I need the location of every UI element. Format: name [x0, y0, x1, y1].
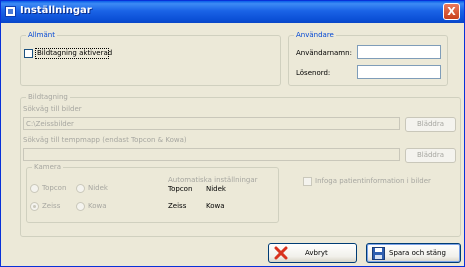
- imaging-enabled-checkbox[interactable]: [24, 49, 33, 58]
- cancel-icon: [274, 246, 288, 260]
- window-title: Inställningar: [20, 5, 92, 16]
- username-label: Användarnamn:: [296, 49, 352, 57]
- imaging-legend: Bildtagning: [26, 93, 70, 102]
- app-icon: [5, 6, 16, 17]
- general-group: Allmänt Bildtagning aktiverad: [20, 31, 281, 86]
- camera-legend: Kamera: [32, 163, 64, 172]
- floppy-disk-icon: [372, 247, 385, 260]
- camera-group: Kamera Topcon Nidek Zeiss Kowa Automatis…: [26, 163, 279, 223]
- browse-images-button[interactable]: Bläddra: [405, 117, 456, 132]
- patient-info-checkbox[interactable]: [303, 177, 312, 186]
- password-input[interactable]: [357, 65, 441, 79]
- patient-info-label[interactable]: Infoga patientinformation i bilder: [315, 177, 431, 186]
- temp-path-label: Sökväg till tempmapp (endast Topcon & Ko…: [23, 136, 187, 144]
- save-close-button[interactable]: Spara och stäng: [366, 243, 461, 263]
- images-path-input[interactable]: C:\Zeissbilder: [23, 117, 400, 130]
- radio-kowa[interactable]: [76, 202, 85, 211]
- auto-zeiss: Zeiss: [168, 202, 187, 210]
- browse-temp-button[interactable]: Bläddra: [405, 148, 456, 163]
- username-input[interactable]: [357, 45, 441, 59]
- user-legend: Användare: [294, 31, 336, 40]
- auto-settings-label: Automatiska inställningar: [168, 176, 258, 184]
- auto-kowa: Kowa: [206, 202, 225, 210]
- title-bar[interactable]: Inställningar X: [1, 1, 464, 23]
- radio-topcon-label[interactable]: Topcon: [42, 184, 66, 193]
- radio-zeiss[interactable]: [30, 202, 39, 211]
- imaging-group: Bildtagning Sökväg till bilder C:\Zeissb…: [20, 93, 461, 237]
- temp-path-input[interactable]: [23, 148, 400, 161]
- settings-window: Inställningar X Allmänt Bildtagning akti…: [0, 0, 465, 267]
- auto-topcon: Topcon: [168, 185, 193, 193]
- close-button[interactable]: X: [443, 3, 460, 20]
- images-path-label: Sökväg till bilder: [23, 105, 82, 113]
- password-label: Lösenord:: [296, 69, 331, 77]
- radio-zeiss-label[interactable]: Zeiss: [42, 202, 60, 211]
- user-group: Användare Användarnamn: Lösenord:: [288, 31, 448, 86]
- cancel-label: Avbryt: [305, 249, 328, 257]
- radio-nidek[interactable]: [76, 184, 85, 193]
- radio-nidek-label[interactable]: Nidek: [88, 184, 108, 193]
- general-legend: Allmänt: [26, 31, 57, 40]
- radio-kowa-label[interactable]: Kowa: [88, 202, 107, 211]
- imaging-enabled-label[interactable]: Bildtagning aktiverad: [37, 49, 112, 58]
- auto-nidek: Nidek: [206, 185, 226, 193]
- cancel-button[interactable]: Avbryt: [268, 243, 357, 263]
- radio-topcon[interactable]: [30, 184, 39, 193]
- save-close-label: Spara och stäng: [389, 249, 446, 257]
